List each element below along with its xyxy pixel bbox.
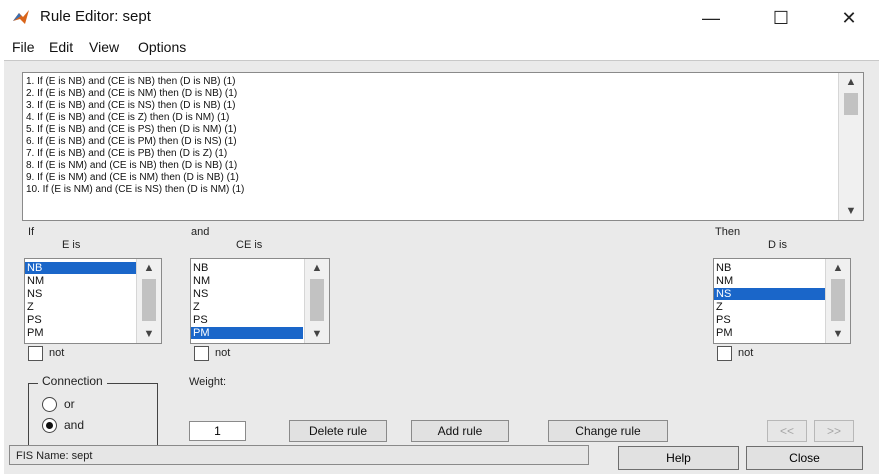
e-not-checkbox[interactable] [28,346,43,361]
scroll-thumb[interactable] [831,279,845,321]
then-label: Then [715,226,741,238]
ce-option[interactable]: NM [191,275,303,287]
prev-rule-button[interactable]: << [767,420,807,442]
or-radio[interactable] [42,397,57,412]
d-option[interactable]: NS [714,288,826,300]
radio-selected-dot [46,422,53,429]
ce-option[interactable]: NS [191,288,303,300]
help-button[interactable]: Help [618,446,739,470]
rule-item[interactable]: 2. If (E is NB) and (CE is NM) then (D i… [23,88,838,100]
e-option[interactable]: NB [25,262,137,274]
ce-option[interactable]: Z [191,301,303,313]
scroll-up-icon[interactable]: ▲ [826,259,850,277]
menu-bar: File Edit View Options [0,36,883,60]
delete-rule-button[interactable]: Delete rule [289,420,387,442]
and-label: and [191,226,210,238]
scroll-down-icon[interactable]: ▼ [305,325,329,343]
scroll-up-icon[interactable]: ▲ [137,259,161,277]
ce-option[interactable]: PM [191,327,303,339]
ce-option[interactable]: NB [191,262,303,274]
e-option[interactable]: NS [25,288,137,300]
d-option[interactable]: PM [714,327,826,339]
minimize-button[interactable]: — [688,4,734,32]
e-is-label: E is [62,239,81,251]
e-listbox[interactable]: NB NM NS Z PS PM ▲ ▼ [24,258,162,344]
menu-edit[interactable]: Edit [49,39,73,55]
rule-item[interactable]: 7. If (E is NB) and (CE is PB) then (D i… [23,148,838,160]
window-title: Rule Editor: sept [40,8,151,25]
title-bar: Rule Editor: sept — ☐ ✕ [0,0,883,36]
add-rule-button[interactable]: Add rule [411,420,509,442]
scroll-down-icon[interactable]: ▼ [137,325,161,343]
scroll-thumb[interactable] [310,279,324,321]
e-option[interactable]: PS [25,314,137,326]
e-option[interactable]: PM [25,327,137,339]
menu-options[interactable]: Options [138,39,186,55]
scroll-down-icon[interactable]: ▼ [826,325,850,343]
d-listbox[interactable]: NB NM NS Z PS PM ▲ ▼ [713,258,851,344]
matlab-app-icon [13,10,29,24]
d-option[interactable]: NB [714,262,826,274]
d-option[interactable]: Z [714,301,826,313]
ce-listbox[interactable]: NB NM NS Z PS PM ▲ ▼ [190,258,330,344]
rule-item[interactable]: 6. If (E is NB) and (CE is PM) then (D i… [23,136,838,148]
or-label: or [64,397,75,411]
menu-file[interactable]: File [12,39,35,55]
close-window-button[interactable]: ✕ [826,4,872,32]
rule-item[interactable]: 10. If (E is NM) and (CE is NS) then (D … [23,184,838,196]
weight-input[interactable]: 1 [189,421,246,441]
ce-not-label: not [215,347,231,359]
d-not-label: not [738,347,754,359]
d-listbox-scrollbar[interactable]: ▲ ▼ [825,259,850,343]
ce-is-label: CE is [236,239,263,251]
scroll-up-icon[interactable]: ▲ [305,259,329,277]
and-radio[interactable] [42,418,57,433]
e-option[interactable]: NM [25,275,137,287]
rule-item[interactable]: 5. If (E is NB) and (CE is PS) then (D i… [23,124,838,136]
rule-item[interactable]: 9. If (E is NM) and (CE is NM) then (D i… [23,172,838,184]
e-not-label: not [49,347,65,359]
rule-item[interactable]: 4. If (E is NB) and (CE is Z) then (D is… [23,112,838,124]
if-label: If [28,226,35,238]
rule-item[interactable]: 8. If (E is NM) and (CE is NB) then (D i… [23,160,838,172]
d-is-label: D is [768,239,787,251]
ce-listbox-scrollbar[interactable]: ▲ ▼ [304,259,329,343]
rule-list-scrollbar[interactable]: ▲ ▼ [838,73,863,220]
d-option[interactable]: NM [714,275,826,287]
e-listbox-scrollbar[interactable]: ▲ ▼ [136,259,161,343]
connection-label: Connection [38,374,107,388]
e-option[interactable]: Z [25,301,137,313]
change-rule-button[interactable]: Change rule [548,420,668,442]
rule-item[interactable]: 3. If (E is NB) and (CE is NS) then (D i… [23,100,838,112]
rule-list[interactable]: 1. If (E is NB) and (CE is NB) then (D i… [22,72,864,221]
d-option[interactable]: PS [714,314,826,326]
ce-option[interactable]: PS [191,314,303,326]
ce-not-checkbox[interactable] [194,346,209,361]
d-not-checkbox[interactable] [717,346,732,361]
scroll-thumb[interactable] [142,279,156,321]
menu-view[interactable]: View [89,39,119,55]
weight-label: Weight: [189,376,227,388]
fis-name-status: FIS Name: sept [9,445,589,465]
maximize-button[interactable]: ☐ [758,4,804,32]
close-button[interactable]: Close [746,446,863,470]
rule-item[interactable]: 1. If (E is NB) and (CE is NB) then (D i… [23,76,838,88]
scroll-up-icon[interactable]: ▲ [839,73,863,91]
scroll-thumb[interactable] [844,93,858,115]
and-radio-label: and [64,418,85,432]
next-rule-button[interactable]: >> [814,420,854,442]
scroll-down-icon[interactable]: ▼ [839,202,863,220]
